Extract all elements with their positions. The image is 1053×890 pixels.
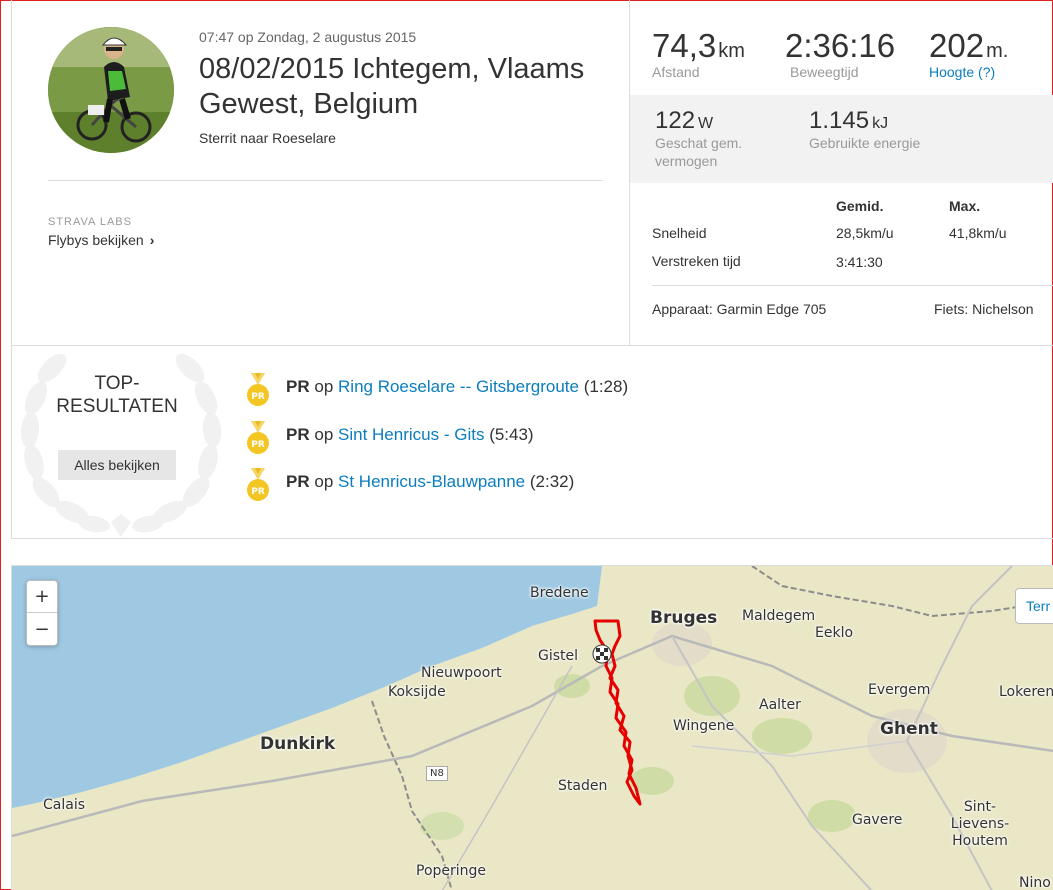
- pr-medal-label: PR: [251, 487, 265, 497]
- pr-medal-icon: PR: [247, 468, 269, 501]
- pr-text: PR op Ring Roeselare -- Gitsbergroute (1…: [286, 377, 628, 397]
- avg-header: Gemid.: [836, 198, 884, 214]
- pr-op: op: [314, 472, 334, 491]
- pr-text: PR op St Henricus-Blauwpanne (2:32): [286, 472, 574, 492]
- map-label: Bruges: [650, 608, 718, 628]
- terrain-toggle-button[interactable]: Terr: [1015, 588, 1053, 624]
- strava-labs-caption: STRAVA LABS: [48, 216, 132, 228]
- pr-op: op: [314, 425, 334, 444]
- elevation-stat: 202 m. Hoogte (?): [929, 27, 1009, 81]
- segment-link[interactable]: Sint Henricus - Gits: [338, 425, 484, 444]
- pr-medal-label: PR: [251, 392, 265, 402]
- map-label: Eeklo: [815, 625, 854, 641]
- top-results-section: TOP- RESULTATEN Alles bekijken PR PR op …: [11, 346, 1053, 539]
- device-info: Apparaat: Garmin Edge 705: [652, 301, 827, 317]
- energy-value: 1.145: [809, 107, 870, 134]
- map-label: Sint-Lievens-Houtem: [950, 799, 1010, 849]
- map-label: Nino: [1019, 875, 1051, 890]
- zoom-control: + −: [26, 580, 58, 646]
- map-label: Poperinge: [416, 863, 487, 879]
- pr-prefix: PR: [286, 425, 310, 444]
- map-label: Ghent: [880, 719, 938, 739]
- route-map[interactable]: + − Terr Bredene Bruges Maldegem Eeklo G…: [11, 565, 1053, 890]
- speed-max: 41,8km/u: [949, 225, 1007, 241]
- map-label: Evergem: [868, 682, 931, 698]
- pr-prefix: PR: [286, 377, 310, 396]
- pr-time: (2:32): [529, 472, 575, 491]
- divider: [48, 180, 603, 181]
- energy-unit: kJ: [872, 115, 889, 132]
- pr-op: op: [314, 377, 334, 396]
- elapsed-time-avg: 3:41:30: [836, 254, 883, 270]
- pr-time: (5:43): [489, 425, 534, 444]
- activity-description: Sterrit naar Roeselare: [199, 130, 336, 146]
- top-results-title-line2: RESULTATEN: [56, 396, 178, 417]
- distance-label: Afstand: [652, 64, 700, 80]
- road-shield: N8: [426, 766, 448, 781]
- power-value: 122: [655, 107, 696, 134]
- pr-medal-icon: PR: [247, 421, 269, 454]
- max-header: Max.: [949, 198, 981, 214]
- elevation-help-link[interactable]: Hoogte (?): [929, 64, 1008, 80]
- activity-title[interactable]: 08/02/2015 Ichtegem, Vlaams Gewest, Belg…: [199, 52, 619, 122]
- map-label: Gistel: [538, 648, 579, 664]
- power-stat: 122 W Geschat gem. vermogen: [655, 108, 775, 170]
- flybys-link-label[interactable]: Flybys bekijken: [48, 232, 144, 248]
- map-label: Calais: [43, 797, 86, 813]
- elevation-unit: m.: [986, 40, 1009, 62]
- power-label: Geschat gem. vermogen: [655, 135, 743, 169]
- moving-time-stat: 2:36:16 Beweegtijd: [785, 27, 896, 81]
- map-label: Wingene: [673, 718, 735, 734]
- map-label: Dunkirk: [260, 734, 336, 754]
- map-label: Koksijde: [388, 684, 446, 700]
- power-unit: W: [698, 115, 714, 132]
- secondary-stats-box: 122 W Geschat gem. vermogen 1.145 kJ Gebru…: [630, 95, 1053, 183]
- zoom-in-button[interactable]: +: [27, 581, 57, 613]
- top-results-title: TOP- RESULTATEN: [12, 372, 222, 418]
- distance-value: 74,3: [652, 27, 717, 64]
- map-label: Staden: [558, 778, 608, 794]
- pr-medal-label: PR: [251, 440, 265, 450]
- chevron-right-icon: ›: [149, 232, 155, 248]
- moving-time-label: Beweegtijd: [790, 64, 859, 80]
- pr-time: (1:28): [583, 377, 629, 396]
- activity-header: 07:47 op Zondag, 2 augustus 2015 08/02/2…: [11, 0, 1053, 346]
- elevation-value: 202: [929, 27, 985, 64]
- map-label: Maldegem: [742, 608, 816, 624]
- segment-link[interactable]: Ring Roeselare -- Gitsbergroute: [338, 377, 579, 396]
- distance-unit: km: [718, 40, 745, 62]
- view-all-button[interactable]: Alles bekijken: [58, 450, 176, 480]
- divider: [652, 285, 1053, 286]
- speed-avg: 28,5km/u: [836, 225, 894, 241]
- activity-datetime: 07:47 op Zondag, 2 augustus 2015: [199, 29, 417, 45]
- energy-stat: 1.145 kJ Gebruikte energie: [809, 108, 920, 152]
- map-label: Aalter: [759, 697, 801, 713]
- athlete-avatar[interactable]: [48, 27, 174, 153]
- top-results-title-line1: TOP-: [94, 373, 140, 394]
- map-label: Nieuwpoort: [421, 665, 502, 681]
- elapsed-time-label: Verstreken tijd: [652, 253, 741, 269]
- pr-prefix: PR: [286, 472, 310, 491]
- map-label: Lokeren: [999, 684, 1053, 700]
- map-label: Bredene: [530, 585, 589, 601]
- flybys-link[interactable]: Flybys bekijken ›: [48, 232, 154, 248]
- pr-text: PR op Sint Henricus - Gits (5:43): [286, 425, 534, 445]
- bike-info: Fiets: Nichelson: [934, 301, 1034, 317]
- zoom-out-button[interactable]: −: [27, 613, 57, 645]
- map-label: Gavere: [852, 812, 903, 828]
- distance-stat: 74,3 km Afstand: [652, 27, 745, 81]
- moving-time-value: 2:36:16: [785, 27, 896, 64]
- speed-label: Snelheid: [652, 225, 707, 241]
- segment-link[interactable]: St Henricus-Blauwpanne: [338, 472, 525, 491]
- stats-panel: 74,3 km Afstand 2:36:16 Beweegtijd 202 m. …: [629, 0, 1053, 346]
- energy-label: Gebruikte energie: [809, 135, 921, 151]
- pr-medal-icon: PR: [247, 373, 269, 406]
